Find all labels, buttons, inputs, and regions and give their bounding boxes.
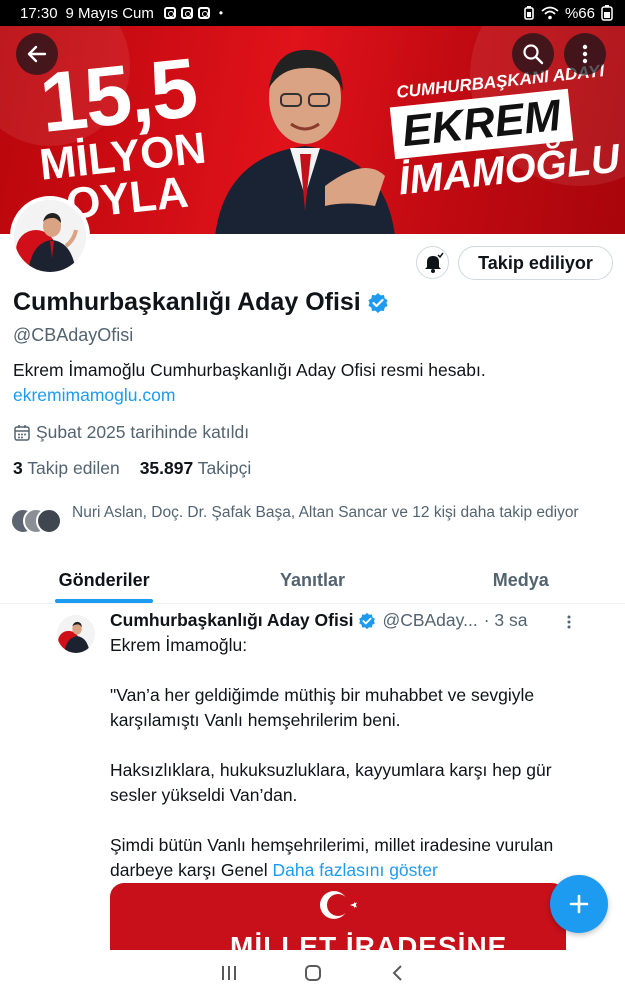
tab-posts[interactable]: Gönderiler xyxy=(0,563,208,603)
home-button[interactable] xyxy=(271,962,355,988)
profile-joined: Şubat 2025 tarihinde katıldı xyxy=(13,422,249,443)
tweet-more-button[interactable] xyxy=(566,614,572,635)
tweet-time[interactable]: · 3 sa xyxy=(484,610,528,631)
back-arrow-icon xyxy=(27,45,47,63)
avatar-image xyxy=(57,615,95,653)
tweet-paragraph: Şimdi bütün Vanlı hemşehrilerimi, millet… xyxy=(110,833,565,883)
followers-label: Takipçi xyxy=(197,458,252,478)
battery-icon xyxy=(601,5,613,21)
status-bar: 17:30 9 Mayıs Cum • %66 xyxy=(0,0,625,26)
avatar-image xyxy=(14,200,86,272)
compose-button[interactable] xyxy=(550,875,608,933)
instagram-notification-icon xyxy=(163,7,176,19)
notifications-bell-button[interactable] xyxy=(416,246,449,279)
recent-apps-icon xyxy=(221,966,236,980)
verified-badge-icon xyxy=(359,612,376,629)
instagram-notification-icon xyxy=(197,7,210,19)
avatar xyxy=(36,508,62,534)
recent-apps-button[interactable] xyxy=(187,962,271,988)
profile-name: Cumhurbaşkanlığı Aday Ofisi xyxy=(13,288,389,317)
profile-name-text: Cumhurbaşkanlığı Aday Ofisi xyxy=(13,288,361,316)
followers-stat[interactable]: 35.897 Takipçi xyxy=(140,458,252,479)
wifi-icon xyxy=(541,6,559,20)
tweet-handle: @CBAday... xyxy=(382,610,478,630)
more-notifications-dot-icon: • xyxy=(218,6,224,20)
more-vertical-icon xyxy=(567,615,571,629)
tweet-line: Ekrem İmamoğlu: xyxy=(110,635,248,655)
profile-joined-text: Şubat 2025 tarihinde katıldı xyxy=(36,422,250,442)
back-icon xyxy=(392,965,402,981)
tab-replies[interactable]: Yanıtlar xyxy=(208,563,416,603)
follower-avatars xyxy=(10,508,62,536)
home-icon xyxy=(304,965,321,981)
system-back-button[interactable] xyxy=(355,962,439,988)
plus-icon xyxy=(569,894,589,914)
tab-media[interactable]: Medya xyxy=(417,563,625,603)
verified-badge-icon xyxy=(368,292,388,313)
battery-level: %66 xyxy=(564,4,595,22)
banner-candidate-photo xyxy=(215,49,395,234)
profile-stats: 3 Takip edilen 35.897 Takipçi xyxy=(13,458,251,479)
followers-you-know[interactable]: Nuri Aslan, Doç. Dr. Şafak Başa, Altan S… xyxy=(10,502,610,536)
profile-website-link[interactable]: ekremimamoglu.com xyxy=(13,385,175,406)
profile-handle: @CBAdayOfisi xyxy=(13,325,134,345)
profile-avatar[interactable] xyxy=(10,196,90,276)
more-options-button[interactable] xyxy=(564,33,606,75)
tweet-image[interactable]: MİLLET İRADESİNE xyxy=(110,883,566,953)
tweet-header: Cumhurbaşkanlığı Aday Ofisi @CBAday... ·… xyxy=(110,610,585,631)
tweet-paragraph: "Van’a her geldiğimde müthiş bir muhabbe… xyxy=(110,685,535,730)
tweet-avatar[interactable] xyxy=(57,615,95,653)
back-button[interactable] xyxy=(16,33,58,75)
status-time: 17:30 xyxy=(20,4,58,22)
bell-icon xyxy=(424,252,444,273)
calendar-icon xyxy=(14,424,30,441)
following-button[interactable]: Takip ediliyor xyxy=(458,246,613,280)
system-navigation-bar xyxy=(0,950,625,1000)
turkish-flag-icon xyxy=(320,891,357,919)
following-count: 3 xyxy=(13,458,23,478)
search-button[interactable] xyxy=(512,33,554,75)
profile-tabs: Gönderiler Yanıtlar Medya xyxy=(0,563,625,604)
search-icon xyxy=(523,44,544,65)
profile-bio: Ekrem İmamoğlu Cumhurbaşkanlığı Aday Ofi… xyxy=(13,360,486,380)
tweet-author[interactable]: Cumhurbaşkanlığı Aday Ofisi xyxy=(110,610,353,631)
more-vertical-icon xyxy=(582,44,588,64)
followers-count: 35.897 xyxy=(139,458,194,478)
following-stat[interactable]: 3 Takip edilen xyxy=(13,458,120,479)
status-date: 9 Mayıs Cum xyxy=(65,4,154,22)
tweet-paragraph: Haksızlıklara, hukuksuzluklara, kayyumla… xyxy=(110,760,552,805)
battery-saver-icon xyxy=(524,6,534,20)
followers-you-know-text: Nuri Aslan, Doç. Dr. Şafak Başa, Altan S… xyxy=(72,504,579,521)
tweet-text[interactable]: Ekrem İmamoğlu: "Van’a her geldiğimde mü… xyxy=(110,633,565,883)
following-label: Takip edilen xyxy=(27,458,120,478)
show-more-link[interactable]: Daha fazlasını göster xyxy=(272,860,437,880)
instagram-notification-icon xyxy=(180,7,193,19)
